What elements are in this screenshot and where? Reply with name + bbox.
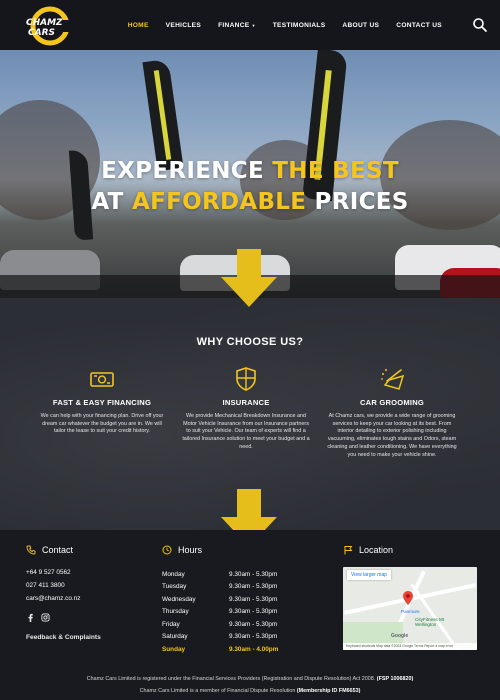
email-link[interactable]: cars@chamz.co.nz	[26, 595, 80, 602]
main-nav: HOME VEHICLES FINANCE ▼ TESTIMONIALS ABOU…	[111, 0, 442, 50]
time: 9.30am - 4.00pm	[229, 645, 279, 653]
feature-title: CAR GROOMING	[360, 398, 424, 407]
phone-icon	[26, 545, 36, 555]
feature-grooming: CAR GROOMING At Chamz cars, we provide a…	[327, 366, 457, 459]
mobile-number[interactable]: 027 411 3800	[26, 582, 65, 589]
hero-text: AT	[91, 189, 132, 215]
time: 9.30am - 5.30pm	[229, 620, 278, 628]
svg-text:CARS: CARS	[28, 28, 55, 38]
hours-row: Thursday 9.30am - 5.30pm	[162, 606, 278, 619]
hours-row: Wednesday 9.30am - 5.30pm	[162, 593, 278, 606]
nav-about-us[interactable]: ABOUT US	[342, 22, 379, 29]
flag-icon	[344, 546, 353, 555]
info-section: Contact +64 9 527 0562 027 411 3800 cars…	[0, 530, 500, 670]
facebook-icon[interactable]	[26, 613, 35, 622]
hours-row: Saturday 9.30am - 5.30pm	[162, 631, 278, 644]
hours-row: Friday 9.30am - 5.30pm	[162, 618, 278, 631]
hours-row: Monday 9.30am - 5.30pm	[162, 568, 278, 581]
feature-text: We provide Mechanical Breakdown Insuranc…	[182, 413, 310, 450]
arrow-down-icon	[221, 249, 277, 307]
logo[interactable]: CHAMZ CARS	[22, 6, 72, 46]
feedback-complaints-link[interactable]: Feedback & Complaints	[26, 634, 101, 641]
nav-finance-label: FINANCE	[218, 21, 250, 29]
feature-financing: FAST & EASY FINANCING We can help with y…	[37, 366, 167, 436]
phone-number[interactable]: +64 9 527 0562	[26, 569, 71, 576]
legal-text: Chamz Cars Limited is a member of Financ…	[139, 688, 297, 694]
nav-testimonials[interactable]: TESTIMONIALS	[273, 22, 326, 29]
hero-line-1: EXPERIENCE THE BEST	[0, 156, 500, 187]
hero-headline: EXPERIENCE THE BEST AT AFFORDABLE PRICES	[0, 156, 500, 218]
feature-title: FAST & EASY FINANCING	[52, 398, 152, 407]
social-links	[26, 613, 50, 622]
hero-line-2: AT AFFORDABLE PRICES	[0, 187, 500, 218]
day: Thursday	[162, 608, 189, 616]
time: 9.30am - 5.30pm	[229, 570, 278, 578]
feature-insurance: INSURANCE We provide Mechanical Breakdow…	[181, 366, 311, 452]
map-pin-icon[interactable]	[403, 591, 413, 605]
nav-home[interactable]: HOME	[128, 22, 149, 29]
google-logo: Google	[391, 633, 409, 639]
day: Friday	[162, 620, 180, 628]
hero-text-accent: THE BEST	[272, 158, 399, 184]
legal-footer: Chamz Cars Limited is registered under t…	[0, 670, 500, 700]
feature-text: We can help with your financing plan. Dr…	[40, 413, 164, 435]
time: 9.30am - 5.30pm	[229, 595, 278, 603]
svg-text:CHAMZ: CHAMZ	[26, 18, 63, 28]
location-heading: Location	[343, 545, 393, 555]
hours-table: Monday 9.30am - 5.30pm Tuesday 9.30am - 5.…	[162, 568, 278, 656]
clock-icon	[162, 545, 172, 555]
fsp-number: (FSP 1006820)	[376, 676, 414, 682]
hero-text: PRICES	[306, 189, 409, 215]
time: 9.30am - 5.30pm	[229, 633, 278, 641]
hours-row-today: Sunday 9.30am - 4.00pm	[162, 643, 278, 656]
hero-text: EXPERIENCE	[101, 158, 273, 184]
location-map[interactable]: View larger map Panmure CityFitness Mt W…	[343, 567, 477, 650]
day: Monday	[162, 570, 185, 578]
hours-row: Tuesday 9.30am - 5.30pm	[162, 581, 278, 594]
day: Saturday	[162, 633, 188, 641]
legal-line-1: Chamz Cars Limited is registered under t…	[0, 673, 500, 685]
day: Wednesday	[162, 595, 196, 603]
hours-heading-text: Hours	[178, 545, 203, 555]
search-icon[interactable]	[472, 17, 488, 33]
nav-vehicles[interactable]: VEHICLES	[166, 22, 201, 29]
map-attribution: Keyboard shortcuts Map data ©2024 Google…	[343, 643, 477, 650]
vacuum-icon	[381, 369, 405, 390]
shield-icon	[236, 367, 256, 391]
site-header: CHAMZ CARS HOME VEHICLES FINANCE ▼ TESTIM…	[0, 0, 500, 50]
map-label: CityFitness Mt Wellington	[415, 617, 445, 627]
time: 9.30am - 5.30pm	[229, 608, 278, 616]
instagram-icon[interactable]	[41, 613, 50, 622]
feature-title: INSURANCE	[222, 398, 270, 407]
chevron-down-icon: ▼	[251, 22, 256, 28]
contact-heading: Contact	[26, 545, 73, 555]
time: 9.30am - 5.30pm	[229, 583, 278, 591]
feature-text: At Chamz cars, we provide a wide range o…	[327, 413, 457, 458]
location-heading-text: Location	[359, 545, 394, 555]
map-label: Panmure	[401, 609, 420, 614]
day: Tuesday	[162, 583, 187, 591]
nav-contact-us[interactable]: CONTACT US	[396, 22, 442, 29]
cash-icon	[90, 372, 114, 387]
view-larger-map-link[interactable]: View larger map	[347, 570, 392, 580]
hours-heading: Hours	[162, 545, 202, 555]
membership-id: (Membership ID FM6653)	[296, 688, 361, 694]
legal-line-2: Chamz Cars Limited is a member of Financ…	[0, 685, 500, 697]
contact-heading-text: Contact	[42, 545, 74, 555]
hero-text-accent: AFFORDABLE	[131, 189, 307, 215]
section-title: WHY CHOOSE US?	[196, 336, 304, 348]
day: Sunday	[162, 645, 186, 653]
legal-text: Chamz Cars Limited is registered under t…	[86, 676, 377, 682]
nav-finance[interactable]: FINANCE ▼	[218, 22, 256, 29]
